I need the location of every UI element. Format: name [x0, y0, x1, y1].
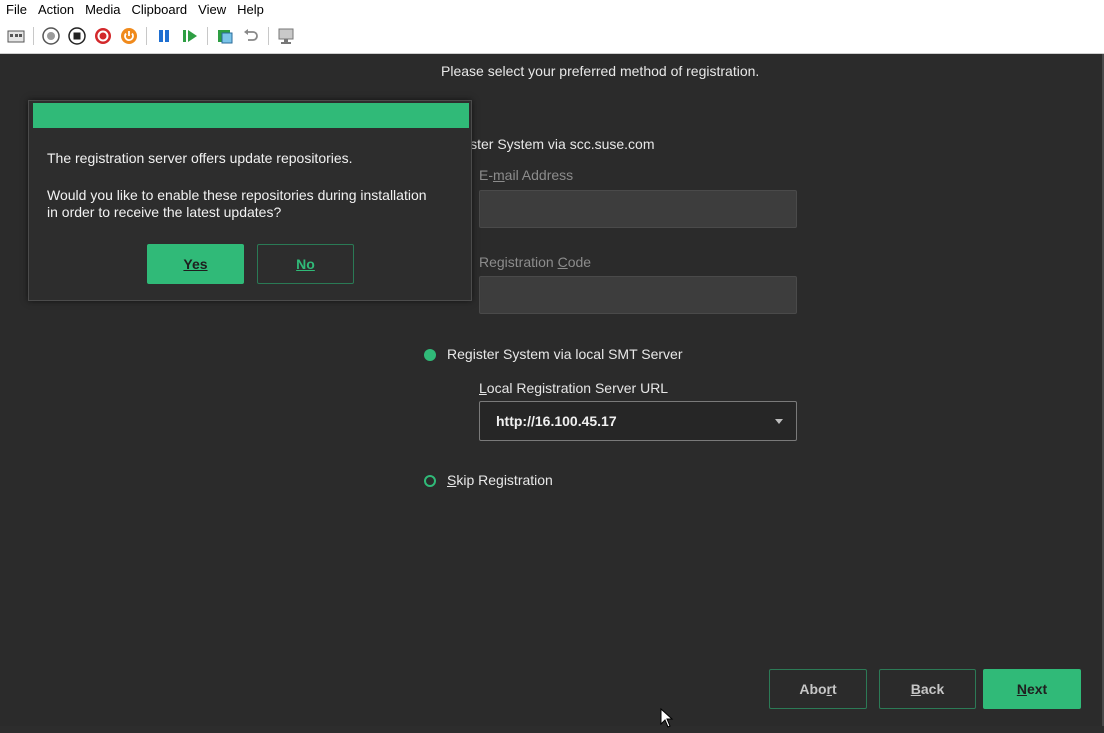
shutdown-icon[interactable] [92, 25, 114, 47]
toolbar-separator [33, 26, 34, 45]
start-icon[interactable] [40, 25, 62, 47]
menu-file[interactable]: File [6, 2, 27, 17]
toolbar-separator [146, 26, 147, 45]
server-url-label: Local Registration Server URL [479, 380, 669, 396]
mouse-cursor-icon [660, 707, 676, 733]
menu-bar: File Action Media Clipboard View Help [0, 0, 1104, 18]
power-reset-icon[interactable] [118, 25, 140, 47]
registration-code-label: Registration Code [479, 254, 592, 270]
pause-icon[interactable] [153, 25, 175, 47]
menu-action[interactable]: Action [38, 2, 74, 17]
scc-registration-label[interactable]: ister System via scc.suse.com [467, 136, 655, 152]
dialog-message-line1: The registration server offers update re… [47, 150, 353, 166]
ctrl-alt-del-icon[interactable] [5, 25, 27, 47]
toolbar-separator [268, 26, 269, 45]
yes-button[interactable]: Yes [147, 244, 244, 284]
vm-toolbar [0, 18, 1104, 54]
chevron-down-icon[interactable] [775, 419, 783, 424]
abort-button[interactable]: Abo r t [769, 669, 867, 709]
email-field [479, 190, 797, 228]
email-label: E-mail Address [479, 167, 574, 183]
revert-icon[interactable] [240, 25, 262, 47]
toolbar-separator [207, 26, 208, 45]
skip-registration-label[interactable]: Skip Registration [447, 472, 553, 488]
menu-view[interactable]: View [198, 2, 226, 17]
checkpoint-icon[interactable] [214, 25, 236, 47]
no-button[interactable]: No [257, 244, 354, 284]
enhanced-session-icon[interactable] [275, 25, 297, 47]
smt-registration-label[interactable]: Register System via local SMT Server [447, 346, 683, 362]
next-button[interactable]: Next [983, 669, 1081, 709]
smt-radio-button[interactable] [424, 349, 436, 361]
back-button[interactable]: Back [879, 669, 976, 709]
skip-radio-button[interactable] [424, 475, 436, 487]
menu-help[interactable]: Help [237, 2, 264, 17]
registration-code-field [479, 276, 797, 314]
dialog-message-line2: Would you like to enable these repositor… [47, 187, 427, 203]
server-url-combobox[interactable]: http://16.100.45.17 [479, 401, 797, 441]
dialog-message-line3: in order to receive the latest updates? [47, 204, 282, 220]
turn-off-icon[interactable] [66, 25, 88, 47]
menu-media[interactable]: Media [85, 2, 120, 17]
repositories-dialog: The registration server offers update re… [28, 100, 472, 301]
server-url-value: http://16.100.45.17 [496, 413, 617, 429]
dialog-title-bar [33, 103, 469, 128]
menu-clipboard[interactable]: Clipboard [132, 2, 188, 17]
page-heading: Please select your preferred method of r… [441, 63, 760, 79]
resume-icon[interactable] [179, 25, 201, 47]
